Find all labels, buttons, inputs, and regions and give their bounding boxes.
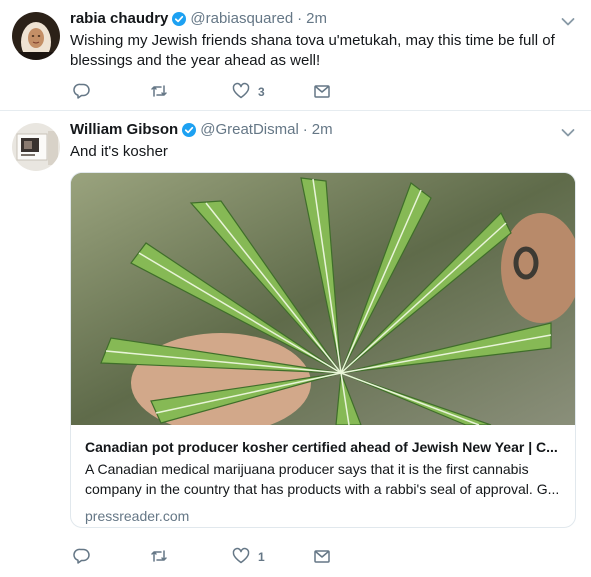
verified-badge-icon [182, 123, 197, 137]
separator-dot: · [297, 10, 303, 27]
direct-message-button[interactable] [313, 547, 331, 567]
retweet-button[interactable] [150, 82, 168, 102]
tweet-text: And it's kosher [70, 143, 168, 160]
user-handle[interactable]: @GreatDismal [200, 120, 299, 140]
reply-icon [73, 547, 91, 568]
card-description-line: A Canadian medical marijuana producer sa… [85, 461, 529, 477]
verified-badge-icon [172, 12, 187, 26]
like-count: 3 [258, 85, 265, 99]
tweet[interactable]: William Gibson @GreatDismal · 2m And it'… [0, 111, 591, 577]
like-icon [232, 82, 250, 103]
card-description: A Canadian medical marijuana producer sa… [85, 459, 565, 499]
card-image[interactable] [71, 173, 575, 425]
like-count: 1 [258, 550, 265, 564]
chevron-down-icon[interactable] [561, 14, 575, 26]
like-icon [232, 547, 250, 568]
tweet[interactable]: rabia chaudry @rabiasquared · 2m Wishing… [0, 0, 591, 111]
chevron-down-icon[interactable] [561, 125, 575, 137]
tweet-header: William Gibson @GreatDismal · 2m [70, 120, 333, 140]
retweet-icon [150, 547, 168, 568]
direct-message-icon [313, 82, 331, 103]
timestamp[interactable]: 2m [306, 9, 327, 29]
link-card[interactable]: Canadian pot producer kosher certified a… [70, 172, 576, 528]
retweet-icon [150, 82, 168, 103]
display-name[interactable]: rabia chaudry [70, 9, 168, 29]
separator-dot: · [302, 121, 308, 138]
reply-button[interactable] [73, 82, 91, 102]
tweet-text: Wishing my Jewish friends shana tova u'm… [70, 32, 555, 69]
direct-message-icon [313, 547, 331, 568]
tweet-actions: 3 [70, 82, 390, 102]
avatar[interactable] [12, 123, 60, 171]
tweet-actions: 1 [70, 547, 390, 567]
user-handle[interactable]: @rabiasquared [190, 9, 293, 29]
like-button[interactable]: 1 [232, 547, 265, 567]
card-domain[interactable]: pressreader.com [85, 506, 189, 526]
like-button[interactable]: 3 [232, 82, 265, 102]
timestamp[interactable]: 2m [312, 120, 333, 140]
reply-icon [73, 82, 91, 103]
reply-button[interactable] [73, 547, 91, 567]
display-name[interactable]: William Gibson [70, 120, 178, 140]
retweet-button[interactable] [150, 547, 168, 567]
tweet-header: rabia chaudry @rabiasquared · 2m [70, 9, 327, 29]
avatar[interactable] [12, 12, 60, 60]
direct-message-button[interactable] [313, 82, 331, 102]
card-description-line: company in the country that has products… [85, 481, 560, 497]
card-title[interactable]: Canadian pot producer kosher certified a… [85, 437, 565, 457]
